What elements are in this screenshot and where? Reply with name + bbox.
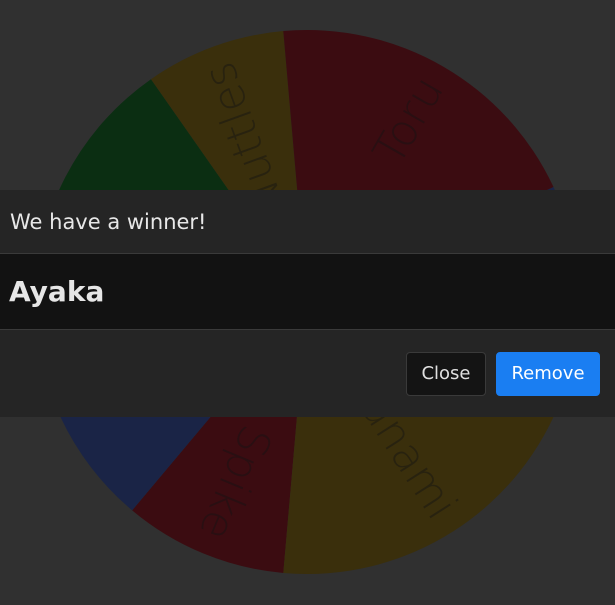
dialog-title: We have a winner! — [10, 209, 207, 234]
dialog-body: Ayaka — [0, 254, 615, 330]
close-button[interactable]: Close — [406, 351, 486, 396]
winner-dialog: We have a winner! Ayaka Close Remove — [0, 190, 615, 417]
dialog-footer: Close Remove — [0, 330, 615, 417]
app-stage: Spike Nuttles Toru Kanami We have a winner!… — [0, 0, 615, 605]
dialog-header: We have a winner! — [0, 190, 615, 254]
remove-button[interactable]: Remove — [496, 351, 600, 396]
winner-name: Ayaka — [9, 275, 105, 308]
